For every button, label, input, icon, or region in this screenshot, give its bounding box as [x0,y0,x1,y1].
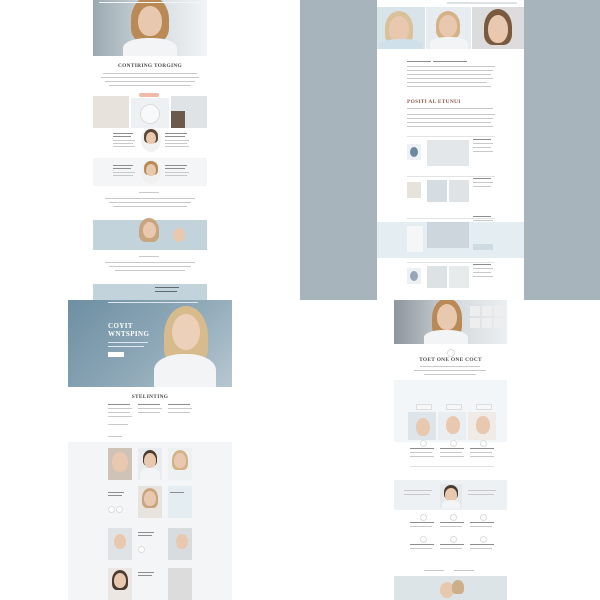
section-heading: CONTIRING TORGING [117,63,183,69]
hero-title: COYIT WNTSPING [108,322,150,338]
section-heading: POSITI AL ETUNUI [407,99,461,105]
section-heading: STELINTING [131,394,169,400]
team-photo[interactable] [108,448,132,480]
article-thumbnail[interactable] [449,180,469,202]
team-photo[interactable] [108,568,132,600]
top-nav[interactable] [108,302,198,303]
nav-bar[interactable] [99,2,199,3]
article-thumbnail[interactable] [449,266,469,288]
side-thumb[interactable] [482,318,492,328]
avatar [440,484,462,508]
article-thumbnail[interactable] [407,144,421,160]
feature-photo[interactable] [408,412,436,440]
hero-banner: COYIT WNTSPING [68,300,232,387]
article-thumbnail[interactable] [407,182,421,198]
footer-image [394,576,507,600]
team-photo[interactable] [168,528,192,560]
pill-button[interactable] [476,404,492,410]
photo-thumbnail[interactable] [171,96,207,128]
article-thumbnail[interactable] [427,140,469,166]
avatar [141,160,161,184]
pill-button[interactable] [416,404,432,410]
team-photo[interactable] [138,486,162,518]
side-thumb[interactable] [470,318,480,328]
section-heading: TOET ONE ONE COCT [419,357,482,363]
feature-photo[interactable] [468,412,496,440]
team-photo[interactable] [168,568,192,600]
avatar [141,128,161,152]
team-photo[interactable] [168,448,192,480]
hero-photo [472,7,524,49]
read-more-button[interactable] [473,244,493,250]
panel-landing-page-3: COYIT WNTSPING STELINTING [68,300,232,600]
hero-photo [426,7,471,49]
top-nav[interactable] [447,2,517,4]
side-thumb[interactable] [494,306,504,316]
side-thumb[interactable] [470,306,480,316]
photo-thumbnail[interactable] [93,96,129,128]
panel-landing-page-1: CONTIRING TORGING [91,0,208,300]
panel-landing-page-4: TOET ONE ONE COCT [394,300,507,600]
footer-band [93,284,207,300]
article-thumbnail[interactable] [427,222,469,248]
article-thumbnail[interactable] [427,180,447,202]
article-thumbnail[interactable] [427,266,447,288]
pill-button[interactable] [446,404,462,410]
team-photo[interactable] [138,448,162,480]
side-thumb[interactable] [494,318,504,328]
blog-page: POSITI AL ETUNUI [377,0,524,300]
promo-band [93,218,207,250]
side-thumb[interactable] [482,306,492,316]
placeholder-circle-icon [447,349,455,357]
feature-photo[interactable] [438,412,466,440]
hero-cta-button[interactable] [108,352,124,357]
team-photo[interactable] [108,528,132,560]
article-thumbnail[interactable] [407,226,423,252]
photo-thumbnail[interactable] [131,98,169,128]
info-card [168,486,192,518]
article-thumbnail[interactable] [407,268,421,284]
hero-image [93,0,207,56]
hero-photo [377,7,425,49]
